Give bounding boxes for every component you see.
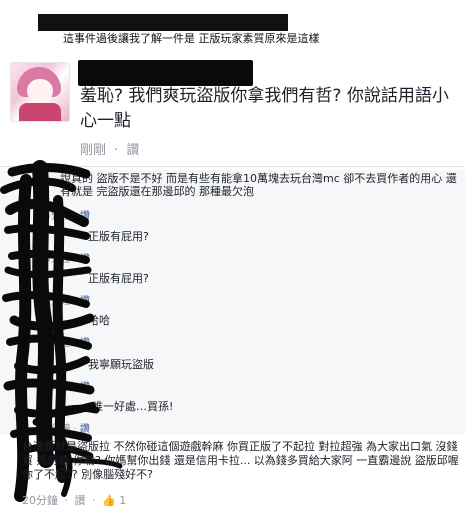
comment-time[interactable]: 20分鐘 <box>22 494 58 507</box>
like-link[interactable]: 讚 <box>126 143 139 158</box>
divider <box>0 166 465 167</box>
comment-like-link[interactable]: 讚 <box>80 424 90 435</box>
comment-time[interactable]: 6分鐘 <box>44 424 70 435</box>
comment-time[interactable]: 6分鐘 <box>44 296 70 307</box>
comment-time[interactable]: 6分鐘 <box>44 338 70 349</box>
thumbs-up-icon[interactable]: 👍 <box>102 494 116 507</box>
comment-text: 哈哈 <box>88 314 110 327</box>
comment-text: 說真的 盜版不是不好 而是有些有能拿10萬塊去玩台灣mc 卻不去買作者的用心 還… <box>60 172 457 198</box>
comment-like-link[interactable]: 讚 <box>80 211 90 222</box>
post-meta: 剛剛 · 讚 <box>80 139 139 158</box>
comment-like-link[interactable]: 讚 <box>80 254 90 265</box>
comment-like-link[interactable]: 讚 <box>80 296 90 307</box>
comments-panel: 說真的 盜版不是不好 而是有些有能拿10萬塊去玩台灣mc 卻不去買作者的用心 還… <box>0 170 465 435</box>
comment-time[interactable]: 6分鐘 <box>44 211 70 222</box>
comment-time[interactable]: 6分鐘 <box>44 254 70 265</box>
comment-like-link[interactable]: 讚 <box>80 382 90 393</box>
comment-meta: 6分鐘 · 讚 <box>44 296 90 307</box>
comment-meta: 6分鐘 · 讚 <box>44 254 90 265</box>
comment-time[interactable]: 6分鐘 <box>44 382 70 393</box>
comment-text: 正版有屁用? <box>88 230 149 243</box>
main-post: 羞恥? 我們爽玩盜版你拿我們有哲? 你說話用語小心一點 剛剛 · 讚 <box>0 56 465 168</box>
redaction-bar <box>38 14 288 31</box>
post-text: 羞恥? 我們爽玩盜版你拿我們有哲? 你說話用語小心一點 <box>80 86 449 131</box>
caption: 這事件過後讓我了解一件是 正版玩家素質原來是這樣 <box>0 14 465 45</box>
final-comment-meta: 20分鐘 · 讚 · 👍 1 <box>22 494 127 507</box>
caption-text: 這事件過後讓我了解一件是 正版玩家素質原來是這樣 <box>63 32 320 45</box>
comment-text: 唯一好處…買孫! <box>92 400 174 413</box>
avatar-body <box>19 103 61 121</box>
post-time[interactable]: 剛剛 <box>80 143 106 158</box>
redacted-username <box>78 60 253 86</box>
comment-like-link[interactable]: 讚 <box>80 338 90 349</box>
comment-meta: 6分鐘 · 讚 <box>44 211 90 222</box>
comment-text: 我寧願玩盜版 <box>88 358 154 371</box>
like-count: 1 <box>119 494 127 507</box>
avatar[interactable] <box>10 62 70 122</box>
comment-text: 正版有屁用? <box>88 272 149 285</box>
meta-separator: · <box>114 143 119 158</box>
final-comment-text: 台灣版就是盜版拉 不然你碰這個遊戲幹麻 你買正版了不起拉 對拉超強 為大家出口氣… <box>22 440 459 481</box>
comment-like-link[interactable]: 讚 <box>75 494 86 507</box>
final-comment: 台灣版就是盜版拉 不然你碰這個遊戲幹麻 你買正版了不起拉 對拉超強 為大家出口氣… <box>0 436 465 508</box>
comment-meta: 6分鐘 · 讚 <box>44 382 90 393</box>
avatar-face <box>27 79 53 103</box>
comment-meta: 6分鐘 · 讚 <box>44 338 90 349</box>
comment-meta: 6分鐘 · 讚 <box>44 424 90 435</box>
